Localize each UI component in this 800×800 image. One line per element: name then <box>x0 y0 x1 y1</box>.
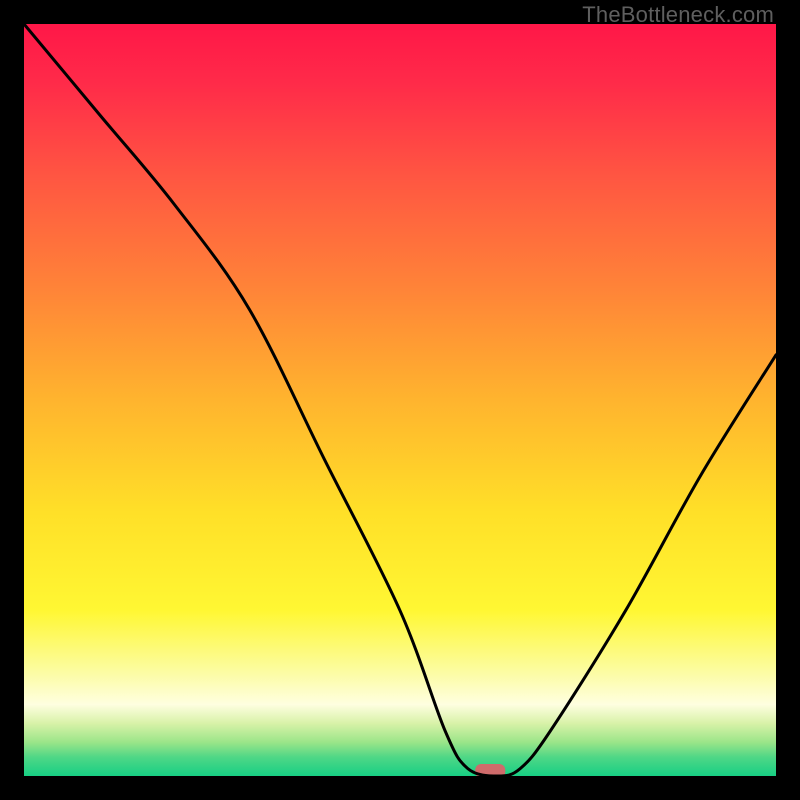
chart-frame <box>24 24 776 776</box>
bottleneck-chart <box>24 24 776 776</box>
gradient-background <box>24 24 776 776</box>
watermark-text: TheBottleneck.com <box>582 2 774 28</box>
